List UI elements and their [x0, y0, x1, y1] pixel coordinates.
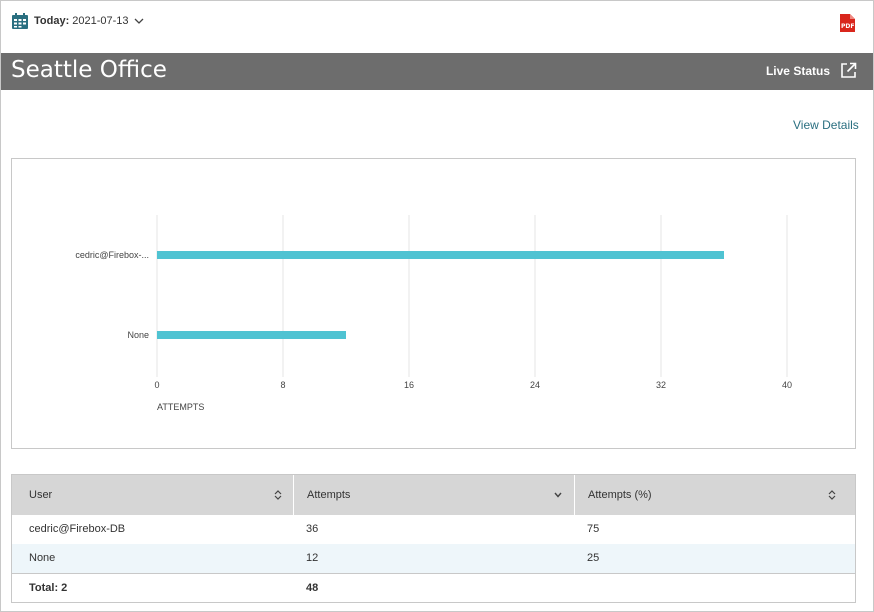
live-status-label: Live Status: [765, 63, 830, 78]
column-header-attempts-percent[interactable]: Attempts (%): [574, 475, 855, 515]
x-tick-label: 8: [280, 380, 285, 390]
x-tick-label: 40: [782, 380, 792, 390]
category-label: None: [127, 330, 149, 340]
attempts-bar-chart: 0 8 16 24 32 40 cedric@Firebox-... None ATTEMPTS: [75, 215, 792, 412]
x-tick-label: 0: [154, 380, 159, 390]
cell-attempts-percent: 75: [587, 523, 600, 535]
table-row[interactable]: None 12 25: [12, 544, 855, 573]
x-axis-title: ATTEMPTS: [157, 402, 204, 412]
live-status-link[interactable]: Live Status: [766, 62, 857, 79]
table-total-row: Total: 2 48: [12, 573, 855, 603]
column-header-label: Attempts (%): [588, 489, 652, 501]
total-label: Total: 2: [29, 582, 68, 594]
sort-icon[interactable]: [828, 490, 836, 500]
calendar-icon: [12, 13, 28, 29]
svg-text:PDF: PDF: [841, 23, 854, 30]
table-row[interactable]: cedric@Firebox-DB 36 75: [12, 515, 855, 544]
column-header-user[interactable]: User: [12, 475, 293, 515]
column-header-attempts[interactable]: Attempts: [293, 475, 574, 515]
chart-panel: 0 8 16 24 32 40 cedric@Firebox-... None ATTEMPTS: [11, 158, 856, 449]
external-link-icon: [841, 62, 857, 78]
cell-attempts: 36: [306, 523, 319, 535]
page-header: Seattle Office Live Status: [1, 53, 873, 90]
chevron-down-icon[interactable]: [554, 490, 562, 500]
column-header-label: Attempts: [307, 489, 351, 501]
column-header-label: User: [29, 489, 53, 501]
date-selector[interactable]: Today: 2021-07-13: [11, 11, 144, 31]
pdf-icon[interactable]: PDF: [839, 14, 855, 32]
x-tick-label: 24: [530, 380, 540, 390]
cell-user: cedric@Firebox-DB: [29, 523, 126, 535]
date-label: Today:: [34, 15, 70, 27]
category-label: cedric@Firebox-...: [75, 250, 149, 260]
sort-icon[interactable]: [274, 490, 282, 500]
date-value: 2021-07-13: [72, 15, 129, 27]
table-header: User Attempts Attempts (%): [12, 475, 855, 515]
chevron-down-icon[interactable]: [134, 16, 144, 26]
page-title: Seattle Office: [11, 57, 167, 83]
x-tick-label: 32: [656, 380, 666, 390]
bar: [157, 251, 724, 259]
total-attempts: 48: [306, 582, 319, 594]
x-tick-label: 16: [404, 380, 414, 390]
bar: [157, 331, 346, 339]
view-details-link[interactable]: View Details: [793, 118, 859, 132]
cell-user: None: [29, 552, 56, 564]
cell-attempts-percent: 25: [587, 552, 600, 564]
attempts-table: User Attempts Attempts (%) cedric@Firebo…: [11, 474, 856, 603]
cell-attempts: 12: [306, 552, 319, 564]
